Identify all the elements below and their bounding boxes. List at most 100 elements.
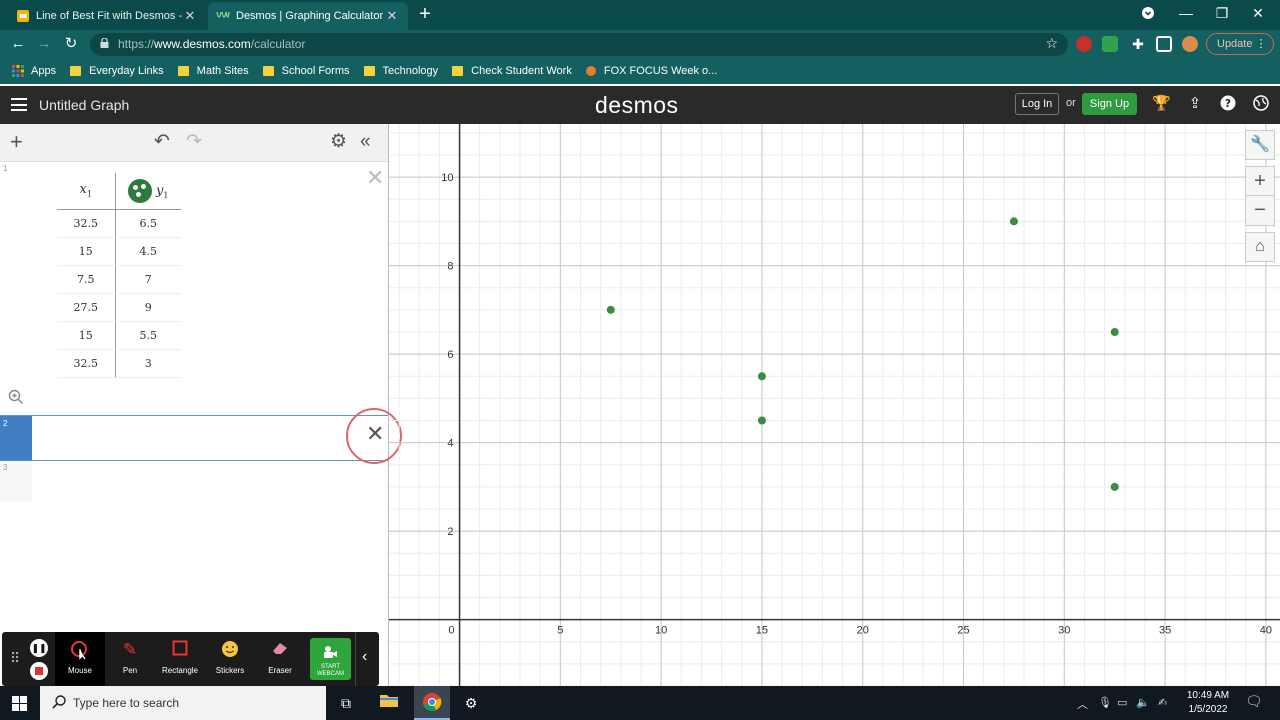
windows-start-icon[interactable] (12, 696, 27, 711)
settings-gear-icon[interactable]: ⚙ (330, 132, 347, 152)
extension-red-icon[interactable] (1076, 36, 1092, 52)
system-clock[interactable]: 10:49 AM 1/5/2022 (1180, 689, 1236, 717)
data-point[interactable] (1110, 327, 1119, 336)
expression-index: 2 (3, 419, 8, 428)
rectangle-tool-button[interactable]: Rectangle (155, 632, 205, 686)
trophy-icon[interactable]: 🏆 (1152, 95, 1171, 113)
volume-icon[interactable]: 🔈 (1136, 696, 1150, 709)
pen-tool-button[interactable]: ✎ Pen (105, 632, 155, 686)
table-header-y[interactable]: y1 (115, 173, 181, 210)
table-cell-x[interactable]: 15 (57, 237, 116, 266)
table-header-x[interactable]: x1 (57, 173, 116, 210)
drag-handle-icon[interactable]: ⠿ (10, 650, 20, 667)
bookmark-apps[interactable]: Apps (12, 65, 56, 77)
close-window-icon[interactable]: ✕ (1240, 0, 1276, 28)
battery-icon[interactable]: ▭ (1117, 696, 1127, 709)
table-cell-x[interactable]: 7.5 (57, 265, 116, 294)
side-panel-icon[interactable] (1156, 36, 1172, 52)
table-cell-y[interactable]: 5.5 (115, 321, 181, 350)
maximize-window-icon[interactable]: ❐ (1204, 0, 1240, 28)
bookmark-school-forms[interactable]: School Forms (262, 65, 350, 77)
x-tick-label: 25 (957, 625, 969, 637)
extension-green-icon[interactable] (1102, 36, 1118, 52)
bookmark-label: Math Sites (196, 65, 249, 77)
zoom-in-button[interactable]: + (1245, 166, 1275, 196)
help-icon[interactable]: ? (1219, 95, 1237, 113)
table-cell-y[interactable]: 4.5 (115, 237, 181, 266)
chrome-taskbar-icon[interactable] (414, 686, 450, 720)
table-cell-y[interactable]: 6.5 (115, 209, 181, 238)
undo-icon[interactable]: ↶ (154, 132, 170, 152)
expression-row-empty[interactable]: 2 ✕ (0, 415, 388, 461)
share-icon[interactable]: ⇪ (1186, 95, 1204, 113)
settings-taskbar-icon[interactable]: ⚙ (460, 692, 482, 714)
tab-desmos[interactable]: Desmos | Graphing Calculator ✕ (208, 2, 408, 30)
data-point[interactable] (757, 372, 766, 381)
redo-icon[interactable]: ↷ (186, 132, 202, 152)
minimize-window-icon[interactable]: — (1168, 0, 1204, 28)
table-cell-x[interactable]: 32.5 (57, 209, 116, 238)
screen-recorder-toolbar: ⠿ ❚❚ Mouse ✎ Pen Rectangle Stickers Eras… (2, 632, 379, 686)
collapse-list-icon[interactable]: « (360, 132, 371, 152)
notifications-icon[interactable]: 🗨 (1245, 693, 1263, 710)
profile-dropdown-icon[interactable] (1130, 0, 1166, 28)
add-item-icon[interactable]: + (10, 131, 23, 153)
tool-label: Mouse (67, 666, 92, 675)
sign-up-button[interactable]: Sign Up (1082, 93, 1137, 115)
graph-title[interactable]: Untitled Graph (39, 97, 129, 113)
mouse-tool-button[interactable]: Mouse (55, 632, 105, 686)
bookmark-math-sites[interactable]: Math Sites (177, 65, 249, 77)
expression-row-new[interactable]: 3 (0, 461, 32, 501)
bookmark-fox-focus[interactable]: FOX FOCUS Week o... (585, 65, 717, 77)
zoom-out-button[interactable]: − (1245, 196, 1275, 226)
profile-avatar[interactable] (1182, 36, 1198, 52)
close-tab-icon[interactable]: ✕ (182, 8, 198, 24)
bookmark-technology[interactable]: Technology (363, 65, 438, 77)
eraser-tool-button[interactable]: Eraser (255, 632, 305, 686)
table-cell-x[interactable]: 27.5 (57, 293, 116, 322)
graph-paper[interactable]: 0 5 10 15 20 25 30 35 40 2 4 6 8 10 (389, 124, 1280, 686)
globe-icon[interactable] (1252, 95, 1270, 113)
stickers-tool-button[interactable]: Stickers (205, 632, 255, 686)
table-cell-x[interactable]: 15 (57, 321, 116, 350)
data-point[interactable] (1009, 217, 1018, 226)
back-icon[interactable]: ← (7, 33, 29, 55)
taskbar-search[interactable]: Type here to search (40, 686, 326, 720)
data-point[interactable] (1110, 482, 1119, 491)
new-tab-button[interactable]: + (414, 4, 436, 24)
stop-icon[interactable] (30, 662, 48, 680)
zoom-fit-icon[interactable] (8, 389, 24, 405)
table-cell-x[interactable]: 32.5 (57, 349, 116, 378)
table-cell-y[interactable]: 7 (115, 265, 181, 294)
desmos-header: Untitled Graph desmos Log In or Sign Up … (0, 86, 1280, 124)
bookmark-star-icon[interactable]: ☆ (1045, 35, 1058, 52)
point-style-icon[interactable] (128, 178, 153, 203)
menu-icon[interactable] (11, 98, 27, 111)
start-webcam-button[interactable]: START WEBCAM (310, 638, 351, 680)
close-tab-icon[interactable]: ✕ (384, 8, 400, 24)
log-in-button[interactable]: Log In (1015, 93, 1059, 115)
table-cell-y[interactable]: 3 (115, 349, 181, 378)
address-bar[interactable]: https://www.desmos.com/calculator ☆ (90, 33, 1068, 56)
puzzle-icon[interactable]: ✚ (1130, 36, 1146, 52)
reload-icon[interactable]: ↻ (60, 33, 82, 55)
forward-icon[interactable]: → (33, 33, 55, 55)
data-point[interactable] (606, 305, 615, 314)
data-point[interactable] (757, 416, 766, 425)
pen-workspace-icon[interactable]: ✍ (1158, 696, 1167, 709)
collapse-recorder-icon[interactable]: ‹ (362, 648, 367, 666)
microphone-icon[interactable]: 🎙 (1098, 696, 1112, 709)
graph-settings-wrench-icon[interactable]: 🔧 (1245, 130, 1275, 160)
table-cell-y[interactable]: 9 (115, 293, 181, 322)
tray-chevron-icon[interactable]: ︿ (1077, 696, 1088, 712)
update-button[interactable]: Update ⋮ (1206, 33, 1274, 55)
graph-canvas[interactable]: 0 5 10 15 20 25 30 35 40 2 4 6 8 10 (389, 124, 1280, 686)
task-view-icon[interactable]: ⧉ (335, 692, 357, 714)
pause-icon[interactable]: ❚❚ (30, 639, 48, 657)
bookmark-everyday-links[interactable]: Everyday Links (70, 65, 164, 77)
delete-table-icon[interactable]: ✕ (366, 167, 384, 189)
file-explorer-icon[interactable] (378, 692, 400, 714)
tab-line-of-best-fit[interactable]: Line of Best Fit with Desmos - Go ✕ (8, 2, 206, 30)
bookmark-check-student-work[interactable]: Check Student Work (452, 65, 572, 77)
home-icon[interactable]: ⌂ (1245, 232, 1275, 262)
